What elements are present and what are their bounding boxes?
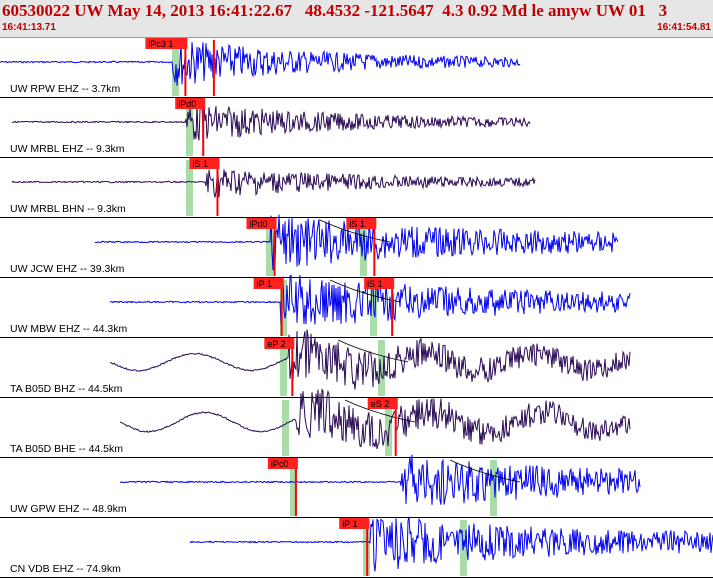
pick-label: iP 1 xyxy=(342,519,357,529)
waveform-trace xyxy=(0,41,521,86)
pick-label: iPc0 xyxy=(271,459,289,469)
pick-label: eS 2 xyxy=(371,399,390,409)
channel-row[interactable]: eP 2 TA B05D BHZ -- 44.5km xyxy=(0,329,713,398)
arrival-band xyxy=(490,460,497,516)
pick-label: iPc3 1 xyxy=(148,39,173,49)
channel-label: TA B05D BHZ -- 44.5km xyxy=(10,383,123,395)
pick-label: iP 1 xyxy=(257,279,272,289)
channel-label: UW MRBL BHN -- 9.3km xyxy=(10,203,126,215)
waveform-trace xyxy=(11,169,536,198)
pick-label: iPd0 xyxy=(250,219,268,229)
channel-row[interactable]: iPc0 UW GPW EHZ -- 48.9km xyxy=(0,454,713,518)
channel-label: UW RPW EHZ -- 3.7km xyxy=(10,83,120,95)
pick-label: iS 1 xyxy=(192,159,208,169)
arrival-band xyxy=(282,400,289,456)
channel-label: UW GPW EHZ -- 48.9km xyxy=(10,503,127,515)
channel-row[interactable]: eS 2 TA B05D BHE -- 44.5km xyxy=(0,388,713,458)
channel-row[interactable]: iS 1 UW MRBL BHN -- 9.3km xyxy=(0,158,713,218)
channel-label: UW MRBL EHZ -- 9.3km xyxy=(10,143,125,155)
channel-row[interactable]: iP 1 CN VDB EHZ -- 74.9km xyxy=(0,516,713,578)
time-start: 16:41:13.71 xyxy=(2,22,56,33)
time-end: 16:41:54.81 xyxy=(657,22,711,33)
pick-label: iPd0 xyxy=(178,99,196,109)
pick-label: iS 1 xyxy=(349,219,365,229)
event-title: 60530022 UW May 14, 2013 16:41:22.67 48.… xyxy=(2,1,668,20)
waveform-trace xyxy=(119,454,641,505)
channel-label: UW MBW EHZ -- 44.3km xyxy=(10,323,128,335)
waveform-trace xyxy=(189,516,713,572)
header-bar: 60530022 UW May 14, 2013 16:41:22.67 48.… xyxy=(0,0,713,38)
pick-label: iS 1 xyxy=(367,279,383,289)
waveform-trace xyxy=(11,103,531,141)
channel-row[interactable]: iP 1 iS 1 UW MBW EHZ -- 44.3km xyxy=(0,274,713,338)
channel-label: CN VDB EHZ -- 74.9km xyxy=(10,563,121,575)
channel-row[interactable]: iPd0 UW MRBL EHZ -- 9.3km xyxy=(0,98,713,158)
channel-label: TA B05D BHE -- 44.5km xyxy=(10,443,123,455)
channel-label: UW JCW EHZ -- 39.3km xyxy=(10,263,125,275)
channel-row[interactable]: iPd0 iS 1 UW JCW EHZ -- 39.3km xyxy=(0,214,713,278)
pick-label: eP 2 xyxy=(267,339,285,349)
channel-row[interactable]: iPc3 1 UW RPW EHZ -- 3.7km xyxy=(0,38,713,98)
seismogram-panel[interactable]: iPc3 1 UW RPW EHZ -- 3.7km iPd0 UW MRBL EHZ… xyxy=(0,38,713,578)
waveform-trace xyxy=(109,329,631,390)
